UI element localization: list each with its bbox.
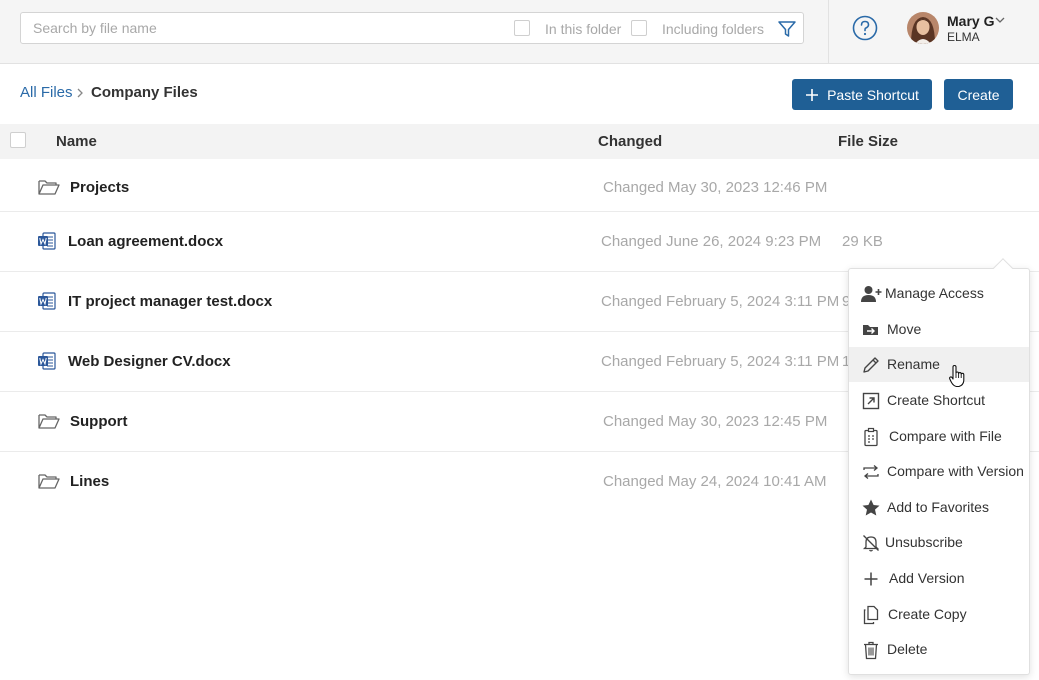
word-file-icon [38, 352, 56, 370]
select-all-checkbox[interactable] [10, 132, 26, 148]
menu-item-rename[interactable]: Rename [849, 347, 1029, 382]
menu-item-unsubscribe[interactable]: Unsubscribe [849, 525, 1029, 560]
menu-item-manage-access[interactable]: Manage Access [849, 276, 1029, 311]
context-menu: Manage Access Move Rename Create Shortcu… [848, 268, 1030, 675]
row-name[interactable]: Support [70, 413, 128, 430]
folder-icon [38, 414, 60, 429]
menu-item-create-shortcut[interactable]: Create Shortcut [849, 383, 1029, 418]
row-name[interactable]: Projects [70, 179, 129, 196]
folder-icon [38, 474, 60, 489]
menu-item-add-to-favorites[interactable]: Add to Favorites [849, 490, 1029, 525]
paste-shortcut-button[interactable]: Paste Shortcut [792, 79, 932, 110]
breadcrumb-all-files[interactable]: All Files [20, 84, 73, 101]
menu-item-add-version[interactable]: Add Version [849, 561, 1029, 596]
folder-icon [38, 180, 60, 195]
create-button[interactable]: Create [944, 79, 1013, 110]
table-header: Name Changed File Size [0, 124, 1039, 159]
menu-item-label: Delete [887, 641, 928, 657]
row-changed: Changed February 5, 2024 3:11 PM [601, 353, 840, 370]
menu-item-label: Compare with Version [887, 463, 1024, 479]
menu-item-create-copy[interactable]: Create Copy [849, 597, 1029, 632]
column-file-size[interactable]: File Size [838, 133, 898, 150]
chevron-right-icon [77, 88, 83, 98]
pencil-icon [863, 357, 879, 373]
menu-item-label: Unsubscribe [885, 534, 963, 550]
avatar[interactable] [907, 12, 939, 44]
in-this-folder-label: In this folder [545, 21, 622, 37]
menu-item-compare-with-version[interactable]: Compare with Version [849, 454, 1029, 489]
paste-shortcut-label: Paste Shortcut [827, 86, 919, 103]
menu-item-label: Compare with File [889, 428, 1002, 444]
menu-item-label: Add Version [889, 570, 965, 586]
help-icon[interactable] [852, 15, 878, 41]
row-changed: Changed May 24, 2024 10:41 AM [603, 473, 827, 490]
bell-off-icon [862, 535, 880, 552]
trash-icon [864, 641, 878, 660]
row-changed: Changed June 26, 2024 9:23 PM [601, 233, 822, 250]
table-row[interactable]: Loan agreement.docx Changed June 26, 202… [0, 212, 1039, 272]
word-file-icon [38, 292, 56, 310]
row-name[interactable]: Loan agreement.docx [68, 233, 223, 250]
user-name[interactable]: Mary G [947, 13, 994, 29]
hand-cursor-icon [949, 364, 965, 388]
word-file-icon [38, 232, 56, 250]
copy-icon [863, 605, 879, 625]
menu-item-compare-with-file[interactable]: Compare with File [849, 419, 1029, 454]
menu-item-label: Move [887, 321, 922, 337]
menu-item-label: Create Copy [888, 606, 967, 622]
column-changed[interactable]: Changed [598, 133, 662, 150]
search-box: In this folder Including folders [20, 12, 804, 44]
row-changed: Changed May 30, 2023 12:45 PM [603, 413, 828, 430]
menu-item-label: Manage Access [885, 285, 984, 301]
compare-version-icon [863, 465, 879, 479]
row-changed: Changed February 5, 2024 3:11 PM [601, 293, 840, 310]
user-org: ELMA [947, 30, 980, 44]
plus-icon [806, 88, 819, 101]
menu-item-label: Add to Favorites [887, 499, 989, 515]
table-row[interactable]: Projects Changed May 30, 2023 12:46 PM [0, 159, 1039, 212]
search-input[interactable] [33, 13, 503, 43]
create-label: Create [957, 86, 1000, 103]
chevron-down-icon[interactable] [995, 16, 1005, 24]
filter-icon[interactable] [777, 19, 797, 39]
top-bar: In this folder Including folders Mary G … [0, 0, 1039, 64]
row-name[interactable]: Web Designer CV.docx [68, 353, 231, 370]
header-divider [828, 0, 829, 64]
shortcut-icon [862, 392, 880, 410]
breadcrumb-current: Company Files [91, 84, 198, 101]
star-icon [862, 499, 880, 516]
menu-item-delete[interactable]: Delete [849, 632, 1029, 667]
in-this-folder-checkbox[interactable] [514, 20, 530, 36]
compare-file-icon [864, 427, 878, 447]
plus-icon [864, 572, 878, 586]
including-folders-checkbox[interactable] [631, 20, 647, 36]
row-changed: Changed May 30, 2023 12:46 PM [603, 179, 828, 196]
move-folder-icon [863, 325, 878, 335]
menu-item-label: Rename [887, 356, 940, 372]
row-name[interactable]: IT project manager test.docx [68, 293, 272, 310]
user-plus-icon [861, 286, 882, 302]
menu-item-move[interactable]: Move [849, 312, 1029, 347]
column-name[interactable]: Name [56, 133, 97, 150]
including-folders-label: Including folders [662, 21, 764, 37]
row-size: 29 KB [842, 233, 883, 250]
row-name[interactable]: Lines [70, 473, 109, 490]
menu-item-label: Create Shortcut [887, 392, 986, 408]
